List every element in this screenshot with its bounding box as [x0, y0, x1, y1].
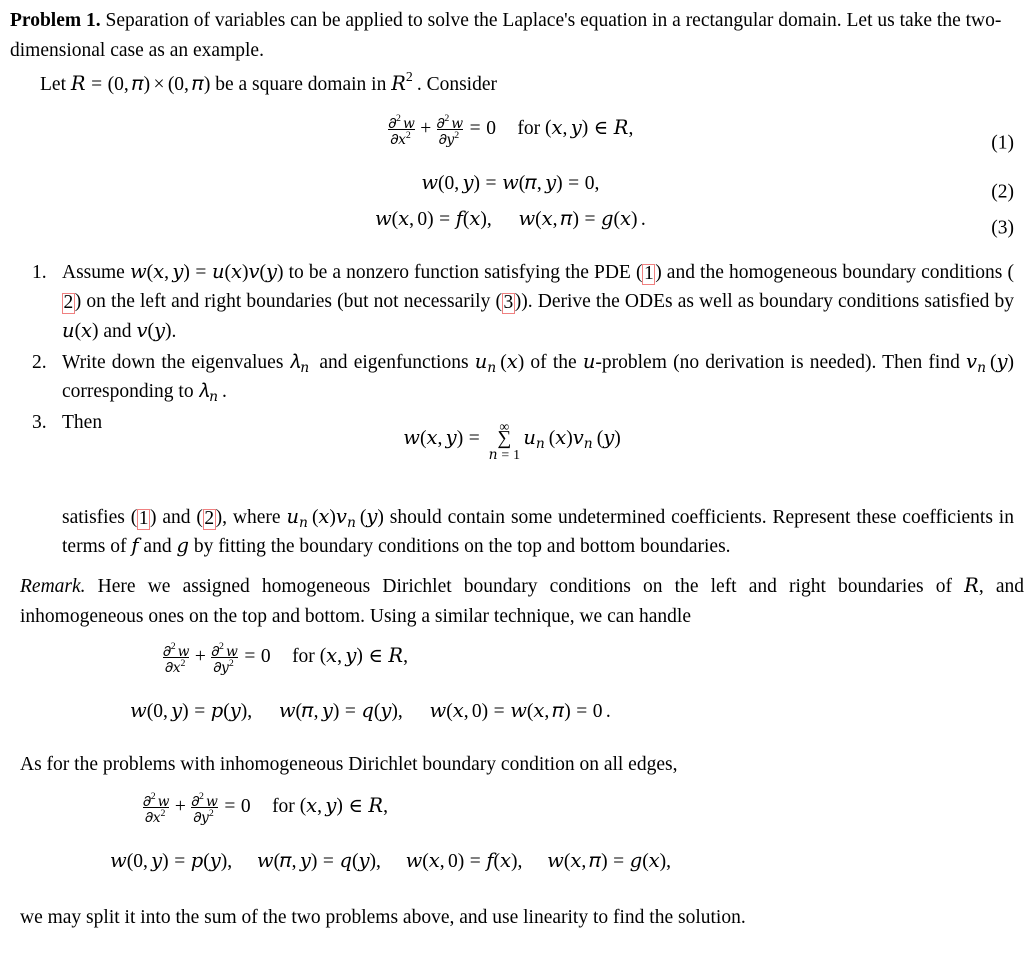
final-boundary-conditions: w(0, y) = p(y), w(π, y) = q(y), w(x, 0) = f(x), w… [110, 851, 672, 875]
intro-text: Separation of variables can be applied t… [10, 10, 1002, 61]
remark-label: Remark. [20, 576, 86, 597]
domain-suffix: . Consider [416, 74, 497, 95]
sat-seg3: ), where [215, 507, 287, 528]
equation-row-3: w(x,0)=f(x), w(x,π)=g(x). (3) [10, 209, 1014, 246]
final-equation-row-2: w(0,y)=p(y), w(π,y)=q(y), w(x,0)=f(x), w… [10, 851, 1024, 888]
sat-seg1: satisfies ( [62, 507, 138, 528]
final-equation-1-body: ∂2w∂x2 + ∂2w∂y2 =0 for (x,y)∈R, [142, 791, 391, 825]
remark-equation-row-1: ∂2w∂x2 + ∂2w∂y2 =0 for (x,y)∈R, [10, 641, 1024, 702]
remark-equation-2-body: w(0,y)=p(y), w(π,y)=q(y), w(x,0)= w(x,π)… [130, 701, 614, 725]
document-page: Problem 1. Separation of variables can b… [0, 0, 1024, 963]
boundary-condition-equation-2: w(0, y) = w(π, y) = 0, [421, 173, 600, 197]
li2-seg6: . [222, 381, 227, 402]
equation-block-main: ∂2w∂x2 + ∂2w∂y2 =0 for (x,y)∈R, (1) w(0,… [10, 112, 1014, 246]
li1-seg2: to be a nonzero function satisfying the … [283, 262, 643, 283]
equation-row-1: ∂2w∂x2 + ∂2w∂y2 =0 for (x,y)∈R, (1) [10, 112, 1014, 174]
final-equation-2-body: w(0,y)=p(y), w(π,y)=q(y), w(x,0)=f(x), w… [110, 851, 674, 875]
remark-seg1: Here we assigned homogeneous Dirichlet b… [85, 576, 965, 597]
domain-math: R =(0, π) ×(0, π) [70, 74, 211, 98]
intro-paragraph: Problem 1. Separation of variables can b… [10, 6, 1014, 65]
remark-laplace-equation: ∂ 2 w∂ x 2 + ∂ 2 w∂ y 2 = 0 for (x, y) ∈ R, [163, 641, 408, 675]
final-equation-row-1: ∂2w∂x2 + ∂2w∂y2 =0 for (x,y)∈R, [10, 791, 1024, 852]
task-list: 1. Assume w(x, y) = u(x) v(y) to be a nonzero… [10, 258, 1014, 438]
li1-seg3: ) and the homogeneous boundary condition… [655, 262, 1014, 283]
li1-seg4: ) on the left and right boundaries (but … [74, 291, 502, 313]
sat-math-g: g [176, 536, 189, 558]
li1-seg7: . [171, 320, 177, 342]
remark-math-R: R [964, 576, 979, 597]
domain-prefix: Let [40, 74, 71, 95]
equation-row-sum: w(x,y)= ∑ n=1 ∞ un(x) vn(y) [10, 419, 1014, 494]
equation-ref-3-link[interactable]: 3 [501, 293, 515, 314]
equation-block-sum: w(x,y)= ∑ n=1 ∞ un(x) vn(y) [10, 419, 1014, 494]
li1-seg1: Assume [62, 262, 130, 283]
domain-middle: be a square domain in [210, 74, 392, 95]
equation-row-2: w(0,y)= w(π,y)=0, (2) [10, 173, 1014, 210]
equation-ref-1-link-2[interactable]: 1 [137, 509, 150, 530]
list-marker-2: 2. [32, 351, 47, 373]
domain-math-R2: R2 [391, 69, 413, 95]
equation-number-3: (3) [991, 217, 1014, 239]
list-marker-1: 1. [32, 262, 47, 283]
li1-math-u: u(x) [62, 320, 99, 344]
boundary-condition-equation-3: w(x, 0) = f(x), w(x, π) = g(x). [374, 209, 646, 233]
satisfies-paragraph-wrapper: satisfies (1) and (2), where u n(x) v n(y) … [10, 503, 1014, 562]
li2-math-un: u n(x) [474, 351, 525, 376]
sum-equation-body: w(x,y)= ∑ n=1 ∞ un(x) vn(y) [403, 419, 621, 462]
equation-2-body: w(0,y)= w(π,y)=0, [421, 173, 602, 197]
list-item-2: 2. Write down the eigenvalues λn and eige… [10, 348, 1014, 407]
equation-block-remark: ∂2w∂x2 + ∂2w∂y2 =0 for (x,y)∈R, w(0,y)=p… [10, 641, 1014, 738]
li2-math-lambda2: λn [198, 381, 219, 405]
equation-ref-2-link[interactable]: 2 [62, 293, 75, 314]
li2-math-lambda: λn [289, 351, 310, 376]
li2-seg4: -problem (no derivation is needed). Then… [595, 351, 967, 373]
li2-math-vn: v n(y) [966, 351, 1014, 376]
li2-seg5: corresponding to [62, 381, 199, 402]
remark-paragraph: Remark. Here we assigned homogeneous Dir… [20, 572, 1024, 632]
asfor-text: As for the problems with inhomogeneous D… [20, 754, 678, 775]
domain-line: Let R =(0, π) ×(0, π) be a square domain in … [10, 69, 1014, 99]
sat-math-f: f [131, 536, 139, 558]
equation-number-2: (2) [991, 181, 1014, 203]
li1-math-v: v(y) [136, 320, 172, 344]
li2-seg1: Write down the eigenvalues [62, 351, 290, 373]
remark-boundary-conditions: w(0, y) = p(y), w(π, y) = q(y), w(x, 0) = w(x, π)… [130, 701, 611, 725]
equation-ref-2-link-2[interactable]: 2 [202, 509, 216, 530]
list-item-1: 1. Assume w(x, y) = u(x) v(y) to be a nonzero… [10, 258, 1014, 346]
closing-paragraph: we may split it into the sum of the two … [20, 908, 1024, 928]
sat-seg2: ) and ( [149, 507, 203, 528]
closing-text: we may split it into the sum of the two … [20, 907, 746, 928]
sat-seg6: by fitting the boundary conditions on th… [188, 536, 731, 558]
laplace-equation-1: ∂ 2 w∂ x 2 + ∂ 2 w∂ y 2 = 0 for (x, y) ∈ R, [388, 113, 634, 147]
equation-ref-1-link[interactable]: 1 [642, 264, 656, 285]
equation-3-body: w(x,0)=f(x), w(x,π)=g(x). [374, 209, 649, 233]
problem-label: Problem 1. [10, 10, 101, 31]
equation-block-final: ∂2w∂x2 + ∂2w∂y2 =0 for (x,y)∈R, w(0,y)=p… [10, 791, 1014, 888]
satisfies-paragraph: satisfies (1) and (2), where u n(x) v n(y) … [10, 503, 1014, 562]
remark-equation-1-body: ∂2w∂x2 + ∂2w∂y2 =0 for (x,y)∈R, [162, 641, 411, 675]
li2-math-u: u [582, 351, 596, 373]
equation-number-1: (1) [991, 132, 1014, 154]
li2-seg3: of the [524, 351, 583, 373]
li1-seg6: and [98, 320, 137, 342]
remark-equation-row-2: w(0,y)=p(y), w(π,y)=q(y), w(x,0)= w(x,π)… [10, 701, 1024, 738]
li2-seg2: and eigenfunctions [313, 351, 475, 373]
final-laplace-equation: ∂ 2 w∂ x 2 + ∂ 2 w∂ y 2 = 0 for (x, y) ∈ R, [143, 791, 388, 825]
sat-math-unvn: u n(x) v n(y) [286, 507, 384, 531]
equation-1-body: ∂2w∂x2 + ∂2w∂y2 =0 for (x,y)∈R, [387, 113, 636, 147]
series-solution-equation: w(x, y) = ∑ n = 1 ∞ u n(x) v n(y) [403, 419, 621, 462]
li1-math-w: w(x, y) = u(x) v(y) [129, 262, 284, 286]
sat-seg5: and [138, 536, 177, 558]
li1-seg5: )). Derive the ODEs as well as boundary … [514, 291, 1015, 313]
asfor-paragraph: As for the problems with inhomogeneous D… [20, 755, 1024, 775]
